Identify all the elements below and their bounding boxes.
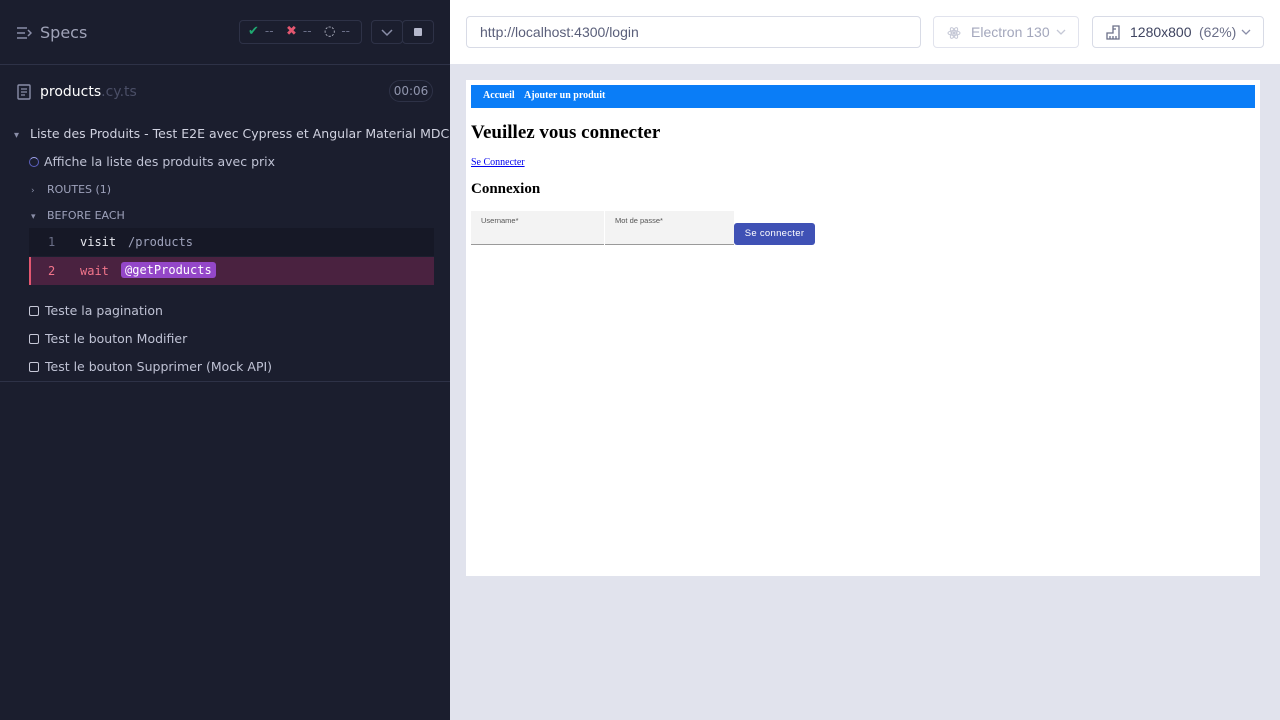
chevron-down-icon	[381, 29, 393, 37]
browser-name: Electron 130	[971, 24, 1050, 40]
spec-extension: .cy.ts	[101, 84, 137, 100]
test-item[interactable]: Test le bouton Supprimer (Mock API)	[29, 359, 272, 374]
spec-row[interactable]: products.cy.ts 00:06	[0, 65, 450, 119]
login-link[interactable]: Se Connecter	[471, 157, 525, 168]
browser-toolbar: http://localhost:4300/login Electron 130…	[450, 0, 1280, 64]
chevron-right-icon: ›	[31, 186, 35, 196]
chevron-down-icon: ▾	[31, 212, 36, 222]
test-stats: ✔ -- ✖ -- ◌ --	[239, 20, 362, 44]
failed-count: --	[302, 24, 312, 38]
chevron-down-icon	[1056, 29, 1066, 35]
electron-icon	[947, 27, 961, 39]
file-icon	[17, 84, 31, 100]
before-each-label: BEFORE EACH	[47, 209, 125, 222]
cypress-runner-sidebar: Specs ✔ -- ✖ -- ◌ -- products.cy.ts 00:06 ▾…	[0, 0, 450, 720]
spec-name: products.cy.ts	[40, 84, 137, 100]
username-field[interactable]: Username*	[471, 211, 604, 245]
suite-title[interactable]: ▾ Liste des Produits - Test E2E avec Cypr…	[14, 126, 449, 141]
app-navbar: Accueil Ajouter un produit	[471, 85, 1255, 108]
test-pending-icon	[29, 334, 39, 344]
suite-title-text: Liste des Produits - Test E2E avec Cypre…	[30, 126, 450, 141]
test-pending-icon	[29, 306, 39, 316]
password-label: Mot de passe*	[615, 216, 663, 225]
routes-label: ROUTES (1)	[47, 183, 112, 196]
login-submit-button[interactable]: Se connecter	[734, 223, 815, 245]
command-name: visit	[80, 235, 117, 249]
passed-count: --	[264, 24, 274, 38]
app-under-test-frame: Accueil Ajouter un produit Veuillez vous…	[466, 80, 1260, 576]
viewport-zoom: (62%)	[1199, 24, 1237, 40]
routes-toggle[interactable]: › ROUTES (1)	[31, 183, 111, 196]
pending-count: --	[341, 24, 351, 38]
check-icon: ✔	[248, 24, 259, 39]
viewport-selector[interactable]: 1280x800 (62%)	[1092, 16, 1264, 48]
command-number: 1	[48, 235, 56, 249]
specs-title[interactable]: Specs	[40, 23, 87, 42]
test-title: Test le bouton Modifier	[45, 331, 188, 346]
x-icon: ✖	[286, 24, 297, 39]
toggle-options-button[interactable]	[371, 20, 403, 44]
running-test-title: Affiche la liste des produits avec prix	[44, 154, 276, 169]
login-heading: Connexion	[471, 181, 541, 197]
command-row[interactable]: 1 visit /products	[29, 228, 434, 256]
test-title: Teste la pagination	[45, 303, 163, 318]
running-test[interactable]: Affiche la liste des produits avec prix	[29, 154, 275, 169]
command-name: wait	[80, 264, 109, 278]
url-bar[interactable]: http://localhost:4300/login	[466, 16, 921, 48]
passed-stat: ✔ --	[248, 24, 274, 39]
viewport-size: 1280x800	[1130, 24, 1192, 40]
stop-button[interactable]	[402, 20, 434, 44]
spec-filename: products	[40, 84, 102, 100]
test-pending-icon	[29, 362, 39, 372]
pending-icon: ◌	[324, 24, 336, 39]
browser-selector[interactable]: Electron 130	[933, 16, 1079, 48]
app-preview-pane: http://localhost:4300/login Electron 130…	[450, 0, 1280, 720]
ruler-icon	[1106, 25, 1120, 40]
running-spinner-icon	[29, 157, 39, 167]
chevron-down-icon	[1241, 29, 1251, 35]
pending-stat: ◌ --	[324, 24, 350, 39]
test-item[interactable]: Teste la pagination	[29, 303, 163, 318]
chevron-down-icon: ▾	[14, 130, 20, 141]
specs-list-icon[interactable]	[16, 25, 32, 41]
test-title: Test le bouton Supprimer (Mock API)	[45, 359, 273, 374]
nav-link-add-product[interactable]: Ajouter un produit	[524, 90, 605, 101]
username-label: Username*	[481, 216, 519, 225]
command-number: 2	[48, 264, 56, 278]
before-each-hook[interactable]: ▾ BEFORE EACH	[31, 209, 125, 222]
spec-duration-badge: 00:06	[389, 80, 433, 102]
stop-icon	[414, 28, 422, 36]
nav-link-home[interactable]: Accueil	[483, 90, 515, 101]
command-row-failed[interactable]: 2 wait @getProducts	[29, 257, 434, 285]
specs-header: Specs ✔ -- ✖ -- ◌ --	[0, 0, 450, 65]
command-argument: /products	[128, 235, 194, 249]
divider	[0, 381, 450, 382]
alias-badge: @getProducts	[121, 262, 216, 278]
password-field[interactable]: Mot de passe*	[605, 211, 734, 245]
page-title: Veuillez vous connecter	[471, 122, 661, 143]
failed-stat: ✖ --	[286, 24, 312, 39]
test-item[interactable]: Test le bouton Modifier	[29, 331, 187, 346]
